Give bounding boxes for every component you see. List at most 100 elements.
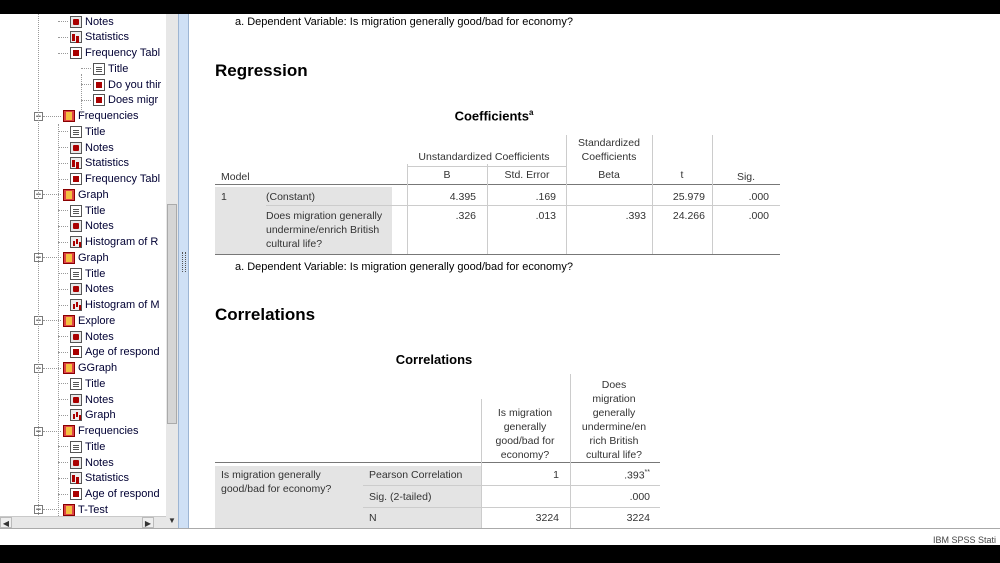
nav-item[interactable]: GGraph xyxy=(63,361,117,376)
nav-item[interactable]: Notes xyxy=(70,14,114,29)
nav-item-label: Histogram of R xyxy=(85,236,159,248)
nav-item-label: Does migr xyxy=(108,94,159,107)
tree-connector xyxy=(58,162,68,164)
nav-item[interactable]: Histogram of R xyxy=(70,235,158,250)
nav-item[interactable]: Notes xyxy=(70,329,114,344)
footnote-dependent-variable: a. Dependent Variable: Is migration gene… xyxy=(235,16,573,28)
nav-item[interactable]: Title xyxy=(70,376,105,391)
scroll-thumb[interactable] xyxy=(167,204,177,424)
spss-viewer-window: Notes Statistics Frequency Tabl Title Do you… xyxy=(0,14,1000,545)
tree-connector xyxy=(58,383,68,385)
nav-item-label: Age of respond xyxy=(85,346,160,359)
nav-item-label: Title xyxy=(85,377,106,390)
nav-item-label: Title xyxy=(85,204,106,217)
nav-item-label: Notes xyxy=(85,141,114,154)
row-constant-label: (Constant) xyxy=(266,191,316,203)
tree-connector xyxy=(58,477,68,479)
nav-item[interactable]: Title xyxy=(70,266,105,281)
header-line: economy? xyxy=(500,449,550,461)
nav-item[interactable]: Statistics xyxy=(70,156,129,171)
nav-item[interactable]: Title xyxy=(70,124,105,139)
col-line xyxy=(487,164,488,254)
header-rule xyxy=(215,184,780,185)
nav-item[interactable]: Do you thir xyxy=(93,77,161,92)
title-icon xyxy=(70,125,82,138)
scroll-left-icon[interactable]: ◀ xyxy=(0,517,12,528)
header-line: good/bad for xyxy=(495,435,555,447)
nav-item-label: GGraph xyxy=(78,362,118,374)
tree-connector xyxy=(58,493,68,495)
nav-item-label: Graph xyxy=(78,251,109,264)
scroll-right-icon[interactable]: ▶ xyxy=(142,517,154,528)
histogram-icon xyxy=(70,236,82,248)
nav-item[interactable]: Frequencies xyxy=(63,424,139,439)
nav-item[interactable]: Title xyxy=(70,203,105,218)
tree-connector xyxy=(58,147,68,148)
correlations-heading[interactable]: Correlations xyxy=(215,305,315,325)
nav-item-label: Frequencies xyxy=(78,425,139,437)
scroll-down-icon[interactable]: ▼ xyxy=(167,516,177,526)
pearson-value-2: .393** xyxy=(624,469,650,482)
nav-item[interactable]: Graph xyxy=(70,408,116,423)
nav-item[interactable]: Frequency Tabl xyxy=(70,46,160,61)
tree-connector xyxy=(58,21,68,22)
predictor-b: .326 xyxy=(455,210,476,222)
row-divider xyxy=(266,205,780,206)
model-number: 1 xyxy=(221,191,227,203)
nav-item-label: Statistics xyxy=(85,472,130,485)
n-value-2: 3224 xyxy=(626,512,650,524)
nav-item[interactable]: Notes xyxy=(70,392,114,407)
table-icon xyxy=(93,78,105,91)
col-model: Model xyxy=(221,171,250,183)
nav-item[interactable]: Explore xyxy=(63,313,115,328)
nav-item[interactable]: Graph xyxy=(63,187,109,202)
tree-connector xyxy=(58,351,68,353)
row-label-line2: good/bad for economy? xyxy=(221,483,332,495)
nav-item-label: T-Test xyxy=(78,503,108,516)
nav-item[interactable]: Title xyxy=(70,439,105,454)
nav-item[interactable]: Age of respond xyxy=(70,487,160,502)
tree-guide xyxy=(38,14,39,519)
n-label: N xyxy=(369,512,377,524)
tree-connector xyxy=(58,336,68,337)
pane-splitter[interactable] xyxy=(179,14,189,528)
header-line: migration xyxy=(592,393,636,405)
statistics-icon xyxy=(70,472,82,485)
nav-item[interactable]: Statistics xyxy=(70,471,129,486)
coefficients-title: Coefficientsa xyxy=(454,108,534,124)
navigator-vertical-scrollbar[interactable]: ▼ xyxy=(166,14,178,528)
status-bar: IBM SPSS Stati xyxy=(0,528,1000,545)
nav-item[interactable]: Title xyxy=(93,61,128,76)
header-standardized-line2: Coefficients xyxy=(581,151,637,163)
sig-value-2: .000 xyxy=(629,491,650,503)
tree-connector xyxy=(58,273,68,274)
nav-item-label: Notes xyxy=(85,393,114,406)
nav-item[interactable]: Notes xyxy=(70,282,114,297)
tree-connector xyxy=(58,210,68,211)
book-icon xyxy=(63,314,75,327)
nav-item[interactable]: Notes xyxy=(70,455,114,470)
regression-heading[interactable]: Regression xyxy=(215,61,308,81)
nav-item[interactable]: Graph xyxy=(63,250,109,265)
predictor-label-line1: Does migration generally xyxy=(266,210,383,222)
histogram-icon xyxy=(70,409,82,422)
splitter-grip-icon[interactable] xyxy=(182,252,186,272)
header-line: Is migration xyxy=(497,407,553,419)
nav-item[interactable]: Notes xyxy=(70,219,114,234)
navigator-horizontal-scrollbar[interactable]: ◀ ▶ xyxy=(0,516,166,528)
nav-item[interactable]: Statistics xyxy=(70,30,129,45)
nav-item[interactable]: Notes xyxy=(70,140,114,155)
statistics-icon xyxy=(70,31,82,44)
col-t: t xyxy=(680,169,684,181)
nav-item[interactable]: Frequency Tabl xyxy=(70,172,160,187)
nav-item[interactable]: Does migr xyxy=(93,93,158,108)
tree-connector xyxy=(58,446,68,448)
tree-connector xyxy=(58,462,68,463)
nav-item[interactable]: Frequencies xyxy=(63,109,139,124)
nav-item-label: Title xyxy=(85,125,106,138)
nav-item[interactable]: T-Test xyxy=(63,502,108,517)
col-sig: Sig. xyxy=(736,171,756,183)
col-beta: Beta xyxy=(598,169,620,181)
nav-item[interactable]: Age of respond xyxy=(70,345,160,360)
nav-item[interactable]: Histogram of M xyxy=(70,298,160,313)
